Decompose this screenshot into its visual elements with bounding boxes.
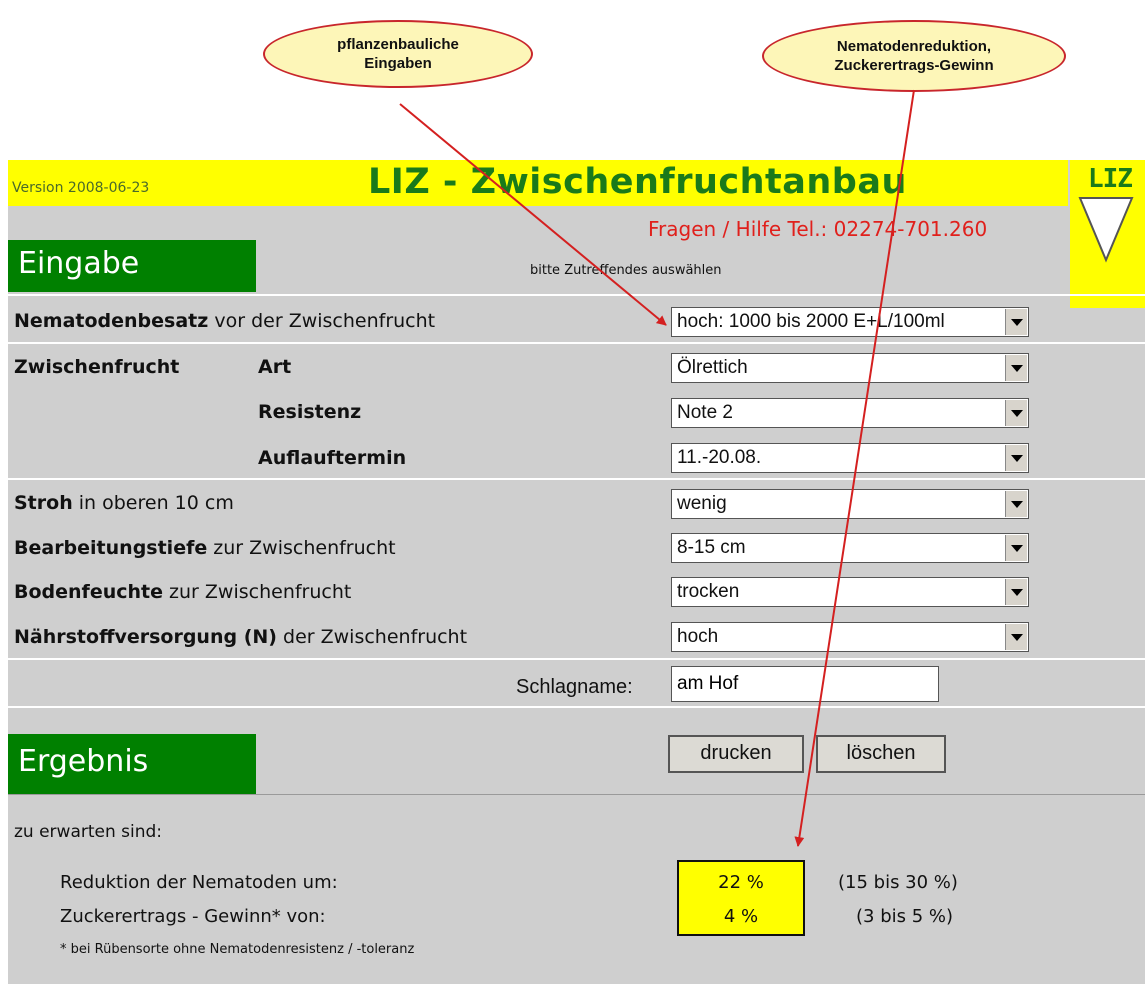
annotation-arrows <box>399 89 915 847</box>
arrow-to-results <box>794 89 915 847</box>
arrow-to-inputs <box>399 103 667 326</box>
